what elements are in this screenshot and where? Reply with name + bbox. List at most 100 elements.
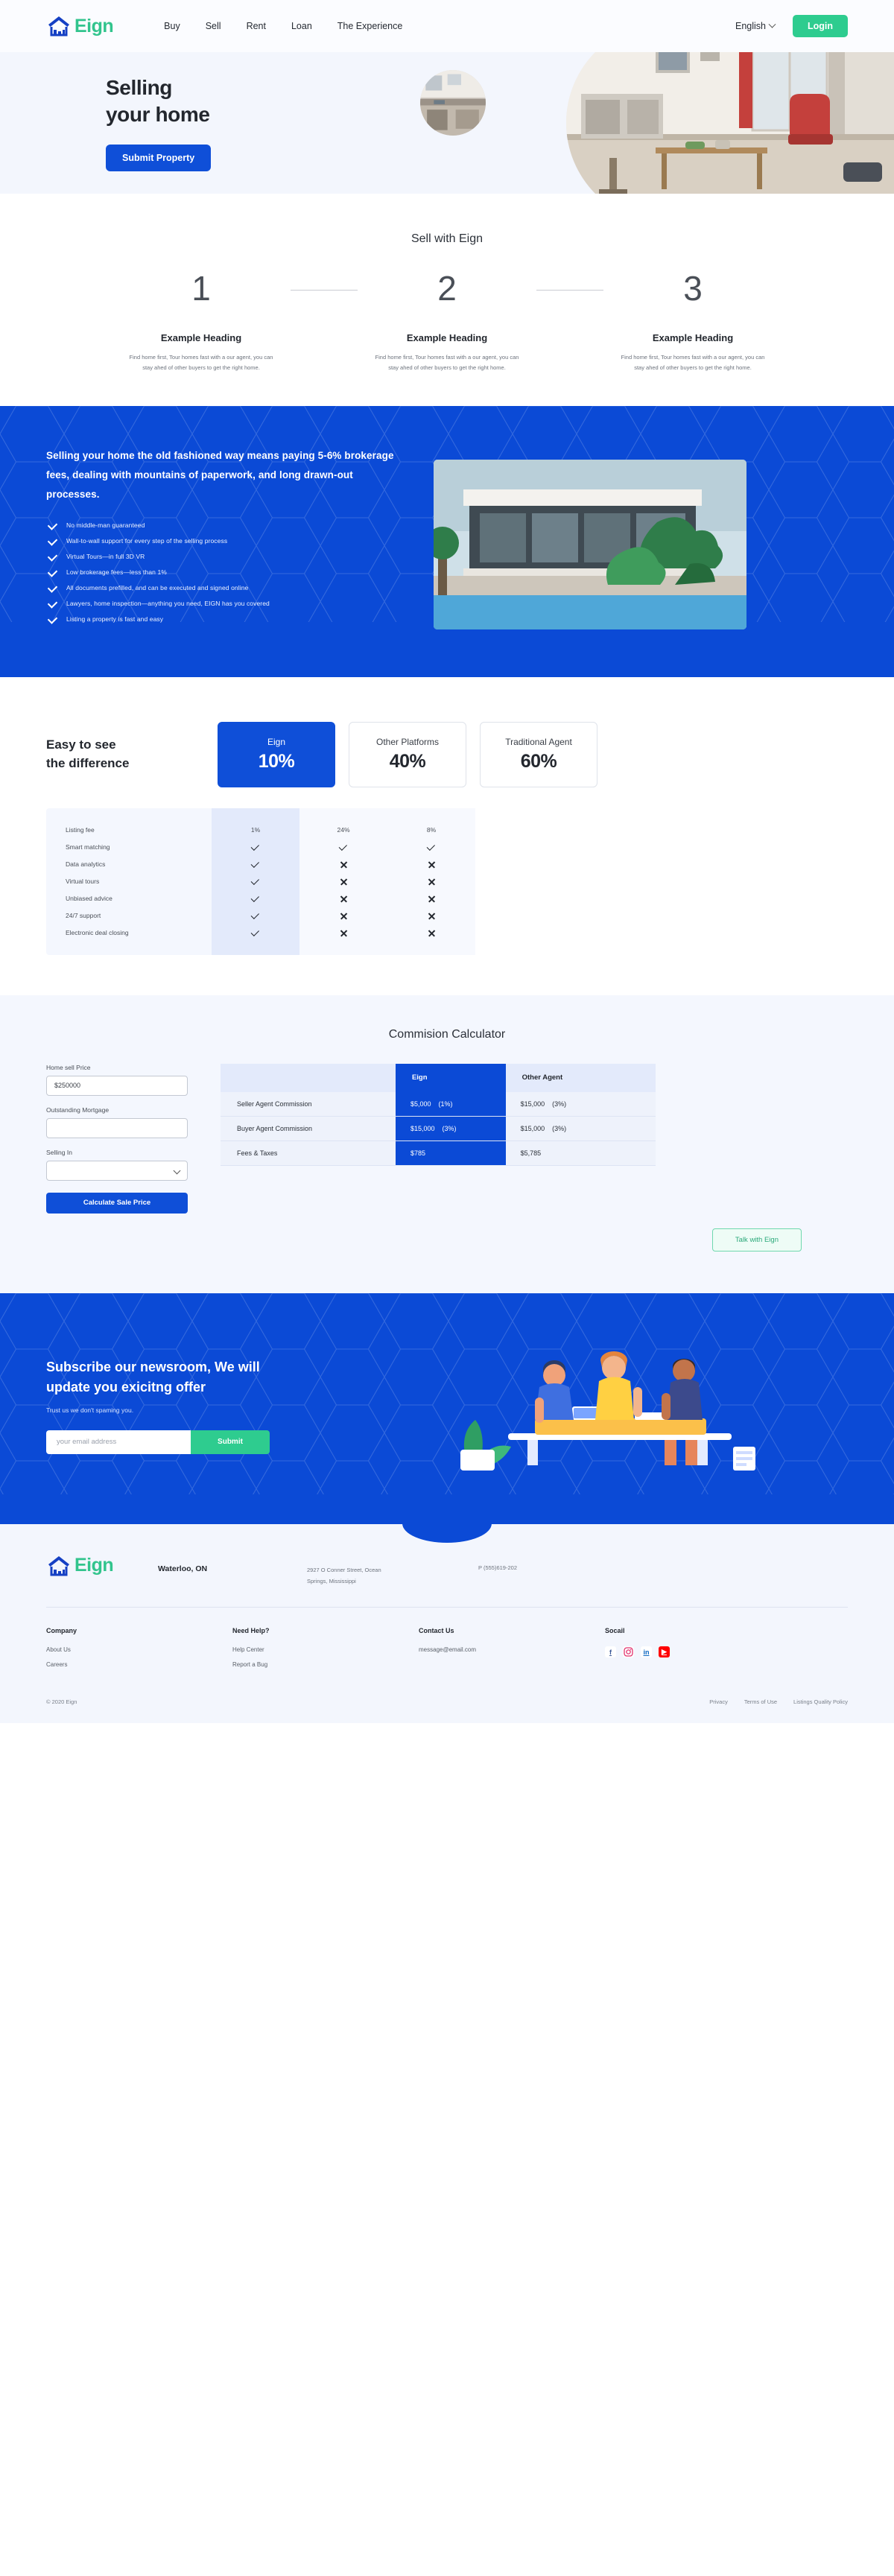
talk-with-eign-button[interactable]: Talk with Eign [711, 1228, 802, 1251]
footer-link-email[interactable]: message@email.com [419, 1646, 605, 1653]
newsletter-submit-button[interactable]: Submit [191, 1430, 270, 1454]
benefit-item: No middle-man guaranteed [46, 519, 396, 530]
calculator-body: Home sell Price Outstanding Mortgage Sel… [46, 1063, 848, 1214]
table-row: Listing fee [66, 826, 95, 834]
brand-logo[interactable]: Eign [46, 14, 114, 38]
table-row: 24/7 support [66, 912, 101, 920]
cell-eign-listing-fee: 1% [250, 826, 261, 834]
home-sell-price-input[interactable] [46, 1075, 188, 1096]
modern-house-image [434, 459, 746, 629]
talk-button-row: Talk with Eign [46, 1228, 848, 1251]
footer-link-careers[interactable]: Careers [46, 1661, 232, 1668]
footer-column-contact-us: Contact Us message@email.com [419, 1627, 605, 1676]
nav-item-sell[interactable]: Sell [206, 21, 221, 31]
step-text: Find home first, Tour homes fast with a … [621, 354, 765, 371]
table-row: Fees & Taxes $785 $5,785 [221, 1141, 656, 1167]
cell-other-buyer-commission: $15,000 (3%) [505, 1116, 656, 1142]
calculate-sale-price-button[interactable]: Calculate Sale Price [46, 1192, 188, 1214]
amount: $5,000 [410, 1100, 431, 1108]
footer-column-heading: Company [46, 1627, 77, 1635]
step-number: 1 [191, 269, 211, 308]
submit-property-button[interactable]: Submit Property [106, 144, 212, 171]
percent: (1%) [438, 1100, 453, 1108]
email-input[interactable] [46, 1430, 191, 1454]
cell-eign-unbiased-advice [212, 890, 299, 907]
hero-thumbnail-image [417, 67, 489, 139]
amount: $15,000 [410, 1125, 435, 1133]
outstanding-mortgage-label: Outstanding Mortgage [46, 1105, 110, 1114]
table-row: Electronic deal closing [66, 929, 129, 937]
footer-bottom: © 2020 Eign Privacy Terms of Use Listing… [46, 1679, 848, 1705]
footer-column-heading: Need Help? [232, 1627, 270, 1635]
cell-eign-support [212, 907, 299, 924]
nav-item-rent[interactable]: Rent [247, 21, 266, 31]
check-icon [250, 859, 259, 869]
instagram-icon[interactable] [623, 1646, 634, 1658]
comparison-eign-column: 1% [212, 808, 299, 955]
check-icon [426, 842, 435, 851]
benefit-item: Lawyers, home inspection—anything you ne… [46, 597, 396, 609]
step-heading: Example Heading [160, 332, 242, 343]
cell-other-virtual-tours [299, 873, 387, 890]
card-value: 60% [520, 750, 557, 772]
footer-phone: P (555)619-202 [478, 1564, 517, 1571]
comparison-card-eign[interactable]: Eign 10% [218, 721, 335, 787]
amount: $15,000 [520, 1100, 545, 1108]
percent: (3%) [552, 1100, 567, 1108]
cross-icon [428, 860, 435, 868]
nav-item-the-experience[interactable]: The Experience [337, 21, 403, 31]
footer-link-report-a-bug[interactable]: Report a Bug [232, 1661, 419, 1668]
youtube-icon[interactable]: ▶ [659, 1646, 670, 1658]
footer-column-company: Company About Us Careers [46, 1627, 232, 1676]
comparison-traditional-agent-column: 8% [387, 808, 475, 955]
benefit-label: Listing a property is fast and easy [66, 615, 164, 623]
home-price-label: Home sell Price [46, 1063, 91, 1071]
login-button[interactable]: Login [792, 15, 848, 37]
comparison-cards: Eign 10% Other Platforms 40% Traditional… [218, 721, 597, 787]
check-icon [338, 842, 347, 851]
footer-link-listings-quality-policy[interactable]: Listings Quality Policy [793, 1698, 848, 1705]
footer-link-terms-of-use[interactable]: Terms of Use [744, 1698, 777, 1705]
comparison-card-traditional-agent[interactable]: Traditional Agent 60% [480, 721, 597, 787]
modern-house-photo [434, 459, 746, 629]
benefit-item: Wall-to-wall support for every step of t… [46, 535, 396, 546]
row-label-seller-commission: Seller Agent Commission [221, 1091, 396, 1117]
footer-column-need-help: Need Help? Help Center Report a Bug [232, 1627, 419, 1676]
social-links: f in ▶ [605, 1646, 670, 1658]
comparison-title-line2: the difference [46, 755, 130, 770]
step-connector-line [536, 290, 603, 291]
table-row: Smart matching [66, 843, 110, 851]
footer-link-help-center[interactable]: Help Center [232, 1646, 419, 1653]
cell-eign-buyer-commission: $15,000 (3%) [395, 1116, 506, 1142]
amount: $15,000 [520, 1125, 545, 1133]
card-label: Other Platforms [375, 736, 440, 747]
footer-link-privacy[interactable]: Privacy [709, 1698, 728, 1705]
copyright-text: © 2020 Eign [46, 1698, 77, 1706]
step-2: 2 Example Heading Find home first, Tour … [358, 271, 536, 373]
table-row: Seller Agent Commission $5,000 (1%) $15,0… [221, 1091, 656, 1117]
newsletter-heading-line2: update you exicitng offer [46, 1379, 206, 1395]
check-icon [47, 551, 58, 562]
cross-icon [428, 929, 435, 936]
selling-in-select[interactable] [46, 1160, 188, 1181]
linkedin-icon[interactable]: in [641, 1646, 652, 1658]
steps-row: 1 Example Heading Find home first, Tour … [0, 271, 894, 373]
footer-link-about-us[interactable]: About Us [46, 1646, 232, 1653]
comparison-card-other-platforms[interactable]: Other Platforms 40% [349, 721, 466, 787]
hero-main-image [566, 52, 894, 194]
table-row: Virtual tours [66, 878, 100, 886]
cell-traditional-support [387, 907, 475, 924]
cell-eign-seller-commission: $5,000 (1%) [395, 1091, 506, 1117]
card-value: 40% [389, 750, 426, 772]
nav-item-buy[interactable]: Buy [164, 21, 180, 31]
outstanding-mortgage-input[interactable] [46, 1117, 188, 1138]
step-connector-line [291, 290, 358, 291]
newsletter-section: Subscribe our newsroom, We will update y… [0, 1292, 894, 1524]
facebook-icon[interactable]: f [605, 1646, 616, 1658]
nav-item-loan[interactable]: Loan [291, 21, 312, 31]
cross-icon [340, 895, 347, 902]
footer-brand-logo[interactable]: Eign [46, 1554, 158, 1578]
language-selector[interactable]: English [735, 20, 776, 31]
brand-name: Eign [74, 15, 114, 37]
site-footer: Eign Waterloo, ON 2927 O Conner Street, … [0, 1523, 894, 1724]
